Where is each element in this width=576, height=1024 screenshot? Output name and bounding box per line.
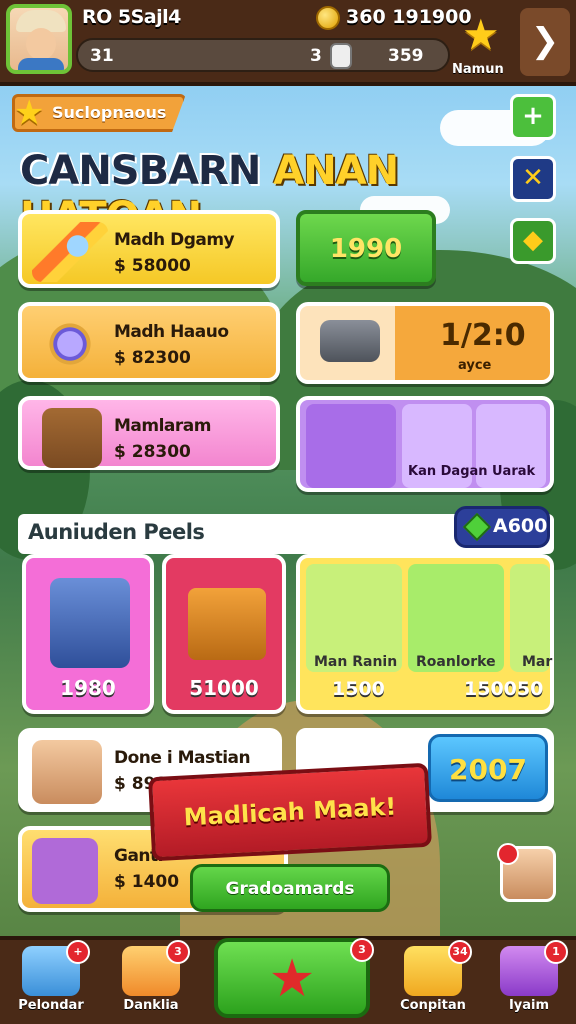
item-price: $ 82300 xyxy=(114,348,191,368)
exit-button[interactable]: ❯ xyxy=(520,8,570,76)
coin-icon xyxy=(316,6,340,30)
explorer-icon xyxy=(32,740,102,804)
combo-label: Kan Dagan xyxy=(408,464,488,479)
section-title: Auniuden Peels xyxy=(28,520,205,544)
chest-icon xyxy=(188,588,266,660)
player-name: RO 5Sajl4 xyxy=(82,6,181,28)
nav-badge: + xyxy=(66,940,90,964)
timer-card[interactable]: 1/2:0 ayce xyxy=(296,302,554,384)
nav-label: Pelondar xyxy=(18,998,84,1013)
pack-card[interactable]: 51000 xyxy=(162,554,286,714)
timer-value: 1/2:0 xyxy=(440,318,526,353)
top-bar: RO 5Sajl4 360 191900 31 3 359 ★ Namun ❯ xyxy=(0,0,576,86)
nav-label: Danklia xyxy=(123,998,179,1013)
rank-star-icon[interactable]: ★ xyxy=(462,14,500,56)
item-name: Madh Dgamy xyxy=(114,230,235,250)
nav-center-play[interactable]: ★ 3 xyxy=(214,938,374,1018)
rocket-icon xyxy=(32,222,108,282)
subtitle-text: Suclopnaous xyxy=(52,103,167,122)
item-price: $ 28300 xyxy=(114,442,191,462)
shop-item-card[interactable]: Mamlaram $ 28300 xyxy=(18,396,280,470)
nav-badge: 3 xyxy=(166,940,190,964)
nav-badge: 3 xyxy=(350,938,374,962)
gem-icon xyxy=(462,512,492,542)
star-icon: ★ xyxy=(268,949,316,1009)
hammer-icon xyxy=(32,838,98,904)
nav-label: Iyaim xyxy=(508,998,550,1013)
shop-item-card[interactable]: Madh Haauo $ 82300 xyxy=(18,302,280,382)
promo-banner[interactable]: Madlicah Maak! xyxy=(147,762,433,862)
buy-button-value: 1990 xyxy=(329,234,403,264)
item-price: $ 58000 xyxy=(114,256,191,276)
player-avatar[interactable] xyxy=(6,4,72,74)
hero-name: Done i Mastian xyxy=(114,748,251,768)
item-name: Mamlaram xyxy=(114,416,211,436)
pack-group-name: Roanlorke xyxy=(416,654,496,670)
robot-icon xyxy=(50,578,130,668)
cta-button[interactable]: 2007 xyxy=(428,734,548,802)
pack-price: 51000 xyxy=(189,676,259,700)
pack-group-price: 150050 xyxy=(464,678,544,700)
combo-label: Uarak xyxy=(492,464,536,479)
friend-avatar[interactable] xyxy=(497,843,556,902)
gem-counter[interactable]: A600 xyxy=(454,506,550,548)
nav-item-iyaim[interactable]: 1 Iyaim xyxy=(488,940,570,1020)
nav-item-danklia[interactable]: 3 Danklia xyxy=(110,940,192,1020)
pack-group-name: Mar xyxy=(522,654,553,670)
pack-group[interactable]: Man Ranin Roanlorke Mar 1500 150050 xyxy=(296,554,554,714)
gem-count: A600 xyxy=(493,515,548,537)
xp-bar: 31 3 359 xyxy=(76,38,450,72)
cannon-icon xyxy=(320,320,380,362)
notification-dot-icon xyxy=(497,843,519,865)
bell-button[interactable]: ◆ xyxy=(510,218,556,264)
xp-left-value: 31 xyxy=(90,46,114,66)
buy-button[interactable]: 1990 xyxy=(296,210,436,286)
combo-card[interactable]: Kan Dagan Uarak xyxy=(296,396,554,492)
rank-label: Namun xyxy=(452,62,504,77)
xp-badge-icon xyxy=(330,43,352,69)
pack-group-price: 1500 xyxy=(332,678,385,700)
timer-unit: ayce xyxy=(458,358,492,373)
tool-price: $ 1400 xyxy=(114,872,180,892)
shop-item-card[interactable]: Madh Dgamy $ 58000 xyxy=(18,210,280,288)
add-button[interactable]: + xyxy=(510,94,556,140)
orb-icon xyxy=(32,314,108,374)
xp-mid-value: 3 xyxy=(310,46,322,66)
nav-item-conpitan[interactable]: 34 Conpitan xyxy=(392,940,474,1020)
tools-button[interactable]: ✕ xyxy=(510,156,556,202)
nav-label: Conpitan xyxy=(400,998,466,1013)
action-button[interactable]: Gradoamards xyxy=(190,864,390,912)
pack-group-name: Man Ranin xyxy=(314,654,398,670)
cta-value: 2007 xyxy=(449,753,527,786)
star-icon: ★ xyxy=(14,93,45,133)
dynamite-icon xyxy=(306,404,396,488)
nav-item-pelondar[interactable]: + Pelondar xyxy=(10,940,92,1020)
nav-badge: 1 xyxy=(544,940,568,964)
coin-count: 360 191900 xyxy=(346,6,472,28)
item-name: Madh Haauo xyxy=(114,322,229,342)
crate-icon xyxy=(42,408,102,468)
nav-badge: 34 xyxy=(448,940,472,964)
title-part-1: CANSBARN xyxy=(20,148,261,194)
action-button-label: Gradoamards xyxy=(225,879,355,899)
pack-price: 1980 xyxy=(60,676,116,700)
promo-banner-text: Madlicah Maak! xyxy=(183,792,397,832)
xp-right-value: 359 xyxy=(388,46,424,66)
pack-card[interactable]: 1980 xyxy=(22,554,154,714)
